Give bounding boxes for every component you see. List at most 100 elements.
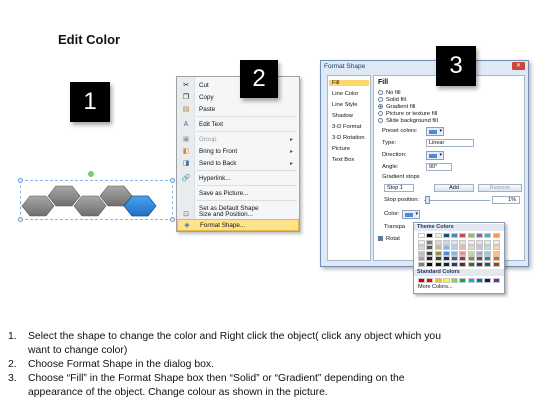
color-swatch[interactable] [442, 240, 450, 245]
hexagon-shape-group[interactable] [18, 171, 175, 226]
color-swatch[interactable] [434, 233, 442, 238]
color-swatch[interactable] [476, 233, 484, 238]
rotate-with-shape-checkbox[interactable]: Rotat [378, 236, 400, 242]
color-swatch[interactable] [467, 233, 475, 238]
category-fill[interactable]: Fill [329, 80, 369, 86]
category-text-box[interactable]: Text Box [332, 157, 354, 163]
color-swatch[interactable] [467, 278, 475, 283]
color-swatch[interactable] [418, 256, 425, 262]
color-swatch[interactable] [459, 278, 467, 283]
color-swatch[interactable] [442, 245, 450, 251]
resize-handle[interactable] [170, 178, 175, 183]
color-swatch[interactable] [492, 256, 500, 262]
stop-position-slider[interactable] [425, 196, 430, 204]
color-swatch[interactable] [484, 240, 492, 245]
color-swatch[interactable] [434, 278, 442, 283]
color-swatch[interactable] [451, 250, 459, 256]
color-swatch[interactable] [476, 278, 484, 283]
option-slide-background-fill[interactable]: Slide background fill [378, 118, 438, 124]
menu-item-hyperlink[interactable]: 🔗 Hyperlink... [177, 172, 299, 184]
color-swatch[interactable] [434, 250, 442, 256]
color-swatch[interactable] [492, 250, 500, 256]
color-swatch[interactable] [459, 245, 467, 251]
color-swatch[interactable] [451, 245, 459, 251]
color-swatch[interactable] [451, 233, 459, 238]
color-swatch[interactable] [418, 233, 425, 238]
color-swatch[interactable] [476, 240, 484, 245]
color-swatch[interactable] [451, 278, 459, 283]
type-select[interactable]: Linear [426, 139, 474, 147]
option-no-fill[interactable]: No fill [378, 90, 401, 96]
color-swatch[interactable] [442, 278, 450, 283]
color-swatch[interactable] [426, 250, 434, 256]
color-swatch[interactable] [484, 250, 492, 256]
color-swatch[interactable] [459, 233, 467, 238]
direction-button[interactable]: ▾ [426, 151, 444, 160]
angle-input[interactable]: 90° [426, 163, 452, 171]
color-swatch[interactable] [492, 245, 500, 251]
option-picture-fill[interactable]: Picture or texture fill [378, 111, 437, 117]
option-gradient-fill[interactable]: Gradient fill [378, 104, 415, 110]
category-picture[interactable]: Picture [332, 146, 350, 152]
color-swatch[interactable] [476, 261, 484, 267]
resize-handle[interactable] [170, 217, 175, 222]
color-swatch[interactable] [484, 256, 492, 262]
color-swatch[interactable] [467, 250, 475, 256]
color-swatch[interactable] [484, 245, 492, 251]
color-swatch[interactable] [426, 256, 434, 262]
menu-item-paste[interactable]: ▤ Paste [177, 103, 299, 115]
color-swatch[interactable] [418, 245, 425, 251]
color-swatch[interactable] [459, 250, 467, 256]
color-swatch[interactable] [467, 245, 475, 251]
color-swatch[interactable] [467, 256, 475, 262]
menu-item-edit-text[interactable]: A Edit Text [177, 118, 299, 130]
category-line-color[interactable]: Line Color [332, 91, 358, 97]
color-swatch[interactable] [467, 240, 475, 245]
color-swatch[interactable] [434, 256, 442, 262]
color-swatch[interactable] [451, 256, 459, 262]
preset-colors-button[interactable]: ▾ [426, 127, 444, 136]
menu-item-cut[interactable]: ✂ Cut [177, 79, 299, 91]
menu-item-format-shape[interactable]: ◈ Format Shape... [177, 219, 299, 231]
menu-item-save-as-picture[interactable]: Save as Picture... [177, 187, 299, 199]
color-swatch[interactable] [426, 233, 434, 238]
menu-item-bring-to-front[interactable]: ◧ Bring to Front ▸ [177, 145, 299, 157]
color-swatch[interactable] [484, 261, 492, 267]
rotation-handle[interactable] [88, 171, 94, 177]
category-3d-format[interactable]: 3-D Format [332, 124, 361, 130]
color-swatch[interactable] [484, 278, 492, 283]
color-swatch[interactable] [476, 256, 484, 262]
color-swatch[interactable] [492, 240, 500, 245]
color-swatch[interactable] [418, 240, 425, 245]
menu-item-send-to-back[interactable]: ◨ Send to Back ▸ [177, 157, 299, 169]
category-line-style[interactable]: Line Style [332, 102, 357, 108]
color-swatch[interactable] [426, 245, 434, 251]
color-swatch[interactable] [484, 233, 492, 238]
option-solid-fill[interactable]: Solid fill [378, 97, 406, 103]
close-icon[interactable]: ✕ [512, 62, 525, 70]
color-swatch[interactable] [426, 278, 434, 283]
menu-item-copy[interactable]: ❐ Copy [177, 91, 299, 103]
stop-select[interactable]: Stop 1 [384, 184, 414, 192]
color-swatch[interactable] [492, 233, 500, 238]
color-swatch[interactable] [442, 256, 450, 262]
color-swatch[interactable] [451, 261, 459, 267]
color-picker-button[interactable]: ▾ [402, 210, 420, 219]
resize-handle[interactable] [18, 178, 23, 183]
resize-handle[interactable] [18, 217, 23, 222]
color-swatch[interactable] [467, 261, 475, 267]
category-shadow[interactable]: Shadow [332, 113, 353, 119]
color-swatch[interactable] [476, 245, 484, 251]
color-swatch[interactable] [434, 245, 442, 251]
color-swatch[interactable] [451, 240, 459, 245]
add-stop-button[interactable]: Add [434, 184, 474, 192]
category-3d-rotation[interactable]: 3-D Rotation [332, 135, 365, 141]
color-swatch[interactable] [459, 261, 467, 267]
color-swatch[interactable] [418, 261, 425, 267]
color-swatch[interactable] [418, 278, 425, 283]
color-swatch[interactable] [426, 261, 434, 267]
color-swatch[interactable] [426, 240, 434, 245]
color-swatch[interactable] [442, 233, 450, 238]
color-swatch[interactable] [418, 250, 425, 256]
stop-position-input[interactable]: 1% [492, 196, 520, 204]
